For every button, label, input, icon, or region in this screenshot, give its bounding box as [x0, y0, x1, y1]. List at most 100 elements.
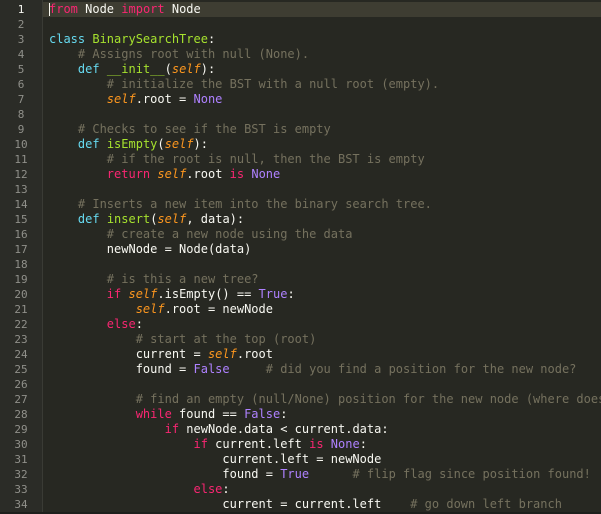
code-token: self	[171, 62, 201, 76]
code-line[interactable]: 11 # if the root is null, then the BST i…	[14, 152, 601, 167]
code-line[interactable]: 13	[14, 182, 601, 197]
line-number: 9	[17, 123, 25, 136]
line-number: 20	[14, 288, 28, 301]
code-line[interactable]: 27 # find an empty (null/None) position …	[14, 392, 601, 407]
code-text: def __init__(self):	[49, 62, 215, 77]
code-line[interactable]: 8	[18, 107, 601, 122]
code-token: # Assigns root with null (None).	[49, 47, 310, 61]
code-line[interactable]: 23 # start at the top (root)	[14, 332, 601, 347]
code-line[interactable]: 28 while found == False:	[14, 407, 601, 422]
code-editor[interactable]: 1 from Node import Node 2 3 class BinarySear…	[0, 0, 601, 514]
line-number: 32	[14, 468, 28, 481]
line-number: 17	[14, 243, 28, 256]
code-line[interactable]: 3 class BinarySearchTree:	[18, 32, 601, 47]
code-token: found =	[49, 467, 281, 481]
code-line[interactable]: 29 if newNode.data < current.data:	[14, 422, 601, 437]
code-token: :	[359, 437, 367, 451]
code-line[interactable]: 15 def insert(self, data):	[14, 212, 601, 227]
code-line[interactable]: 34 current = current.left # go down left…	[14, 497, 601, 512]
line-number: 13	[14, 183, 28, 196]
code-token: self	[164, 137, 194, 151]
code-line[interactable]: 20 if self.isEmpty() == True:	[14, 287, 601, 302]
code-text: # Checks to see if the BST is empty	[49, 122, 331, 137]
code-line[interactable]: 6 # initialize the BST with a null root …	[18, 77, 601, 92]
code-token: # flip flag since position found!	[352, 467, 591, 481]
code-token: False	[244, 407, 281, 421]
code-line[interactable]: 18	[14, 257, 601, 272]
line-number: 26	[14, 378, 28, 391]
code-area[interactable]: 1 from Node import Node 2 3 class BinarySear…	[14, 0, 601, 514]
code-token: def	[77, 62, 100, 76]
code-line[interactable]: 14 # Inserts a new item into the binary …	[14, 197, 601, 212]
code-text: # create a new node using the data	[49, 227, 353, 242]
code-line[interactable]: 33 else:	[14, 482, 601, 497]
code-line[interactable]: 5 def __init__(self):	[18, 62, 601, 77]
code-token: newNode.data < current.data:	[179, 422, 389, 436]
code-line[interactable]: 9 # Checks to see if the BST is empty	[18, 122, 601, 137]
code-token: self	[157, 167, 187, 181]
code-text: self.root = None	[49, 92, 223, 107]
line-number: 15	[14, 213, 28, 226]
code-text: else:	[49, 317, 143, 332]
line-number: 29	[14, 423, 28, 436]
code-line[interactable]: 26	[14, 377, 601, 392]
code-token: None	[251, 167, 281, 181]
code-line[interactable]: 22 else:	[14, 317, 601, 332]
line-number: 5	[17, 63, 25, 76]
code-token: True	[280, 467, 310, 481]
code-token: True	[258, 287, 288, 301]
code-text: found = False # did you find a position …	[49, 362, 577, 377]
code-token: current.left = newNode	[49, 452, 382, 466]
code-token: found ==	[171, 407, 245, 421]
code-line[interactable]: 12 return self.root is None	[14, 167, 601, 182]
code-line[interactable]: 10 def isEmpty(self):	[14, 137, 601, 152]
line-number: 7	[17, 93, 25, 106]
code-line[interactable]: 17 newNode = Node(data)	[14, 242, 601, 257]
code-token: :	[280, 407, 288, 421]
code-token: (	[157, 137, 165, 151]
code-line[interactable]: 4 # Assigns root with null (None).	[18, 47, 601, 62]
code-token: current = current.left	[49, 497, 411, 511]
code-line[interactable]: 30 if current.left is None:	[14, 437, 601, 452]
code-line[interactable]: 7 self.root = None	[18, 92, 601, 107]
code-token: :	[287, 287, 295, 301]
code-line[interactable]: 19 # is this a new tree?	[14, 272, 601, 287]
code-line[interactable]: 16 # create a new node using the data	[14, 227, 601, 242]
code-text: from Node import Node	[49, 2, 201, 17]
code-line[interactable]: 1 from Node import Node	[18, 2, 601, 17]
code-line[interactable]: 21 self.root = newNode	[14, 302, 601, 317]
code-line[interactable]: 2	[18, 17, 601, 32]
line-number: 34	[14, 498, 28, 511]
code-token: # create a new node using the data	[49, 227, 353, 241]
code-line[interactable]: 25 found = False # did you find a positi…	[14, 362, 601, 377]
code-token: if	[164, 422, 180, 436]
code-token: .root =	[135, 92, 194, 106]
code-line[interactable]: 31 current.left = newNode	[14, 452, 601, 467]
code-token: # did you find a position for the new no…	[265, 362, 577, 376]
code-token: # Inserts a new item into the binary sea…	[49, 197, 432, 211]
code-token: # if the root is null, then the BST is e…	[49, 152, 425, 166]
code-token: # is this a new tree?	[49, 272, 259, 286]
code-line[interactable]: 32 found = True # flip flag since positi…	[14, 467, 601, 482]
code-text: if current.left is None:	[49, 437, 367, 452]
code-token: def	[77, 137, 100, 151]
code-token: # initialize the BST with a null root (e…	[49, 77, 440, 91]
code-text: def insert(self, data):	[49, 212, 244, 227]
code-token: .root	[186, 167, 230, 181]
code-token: def	[77, 212, 100, 226]
line-number: 22	[14, 318, 28, 331]
code-token: # go down left branch	[410, 497, 562, 511]
code-line[interactable]: 24 current = self.root	[14, 347, 601, 362]
code-token: # find an empty (null/None) position for…	[49, 392, 601, 406]
code-token: None	[193, 92, 223, 106]
code-token: self	[128, 287, 158, 301]
code-text: else:	[49, 482, 230, 497]
code-token: is	[229, 167, 245, 181]
code-text: return self.root is None	[49, 167, 280, 182]
